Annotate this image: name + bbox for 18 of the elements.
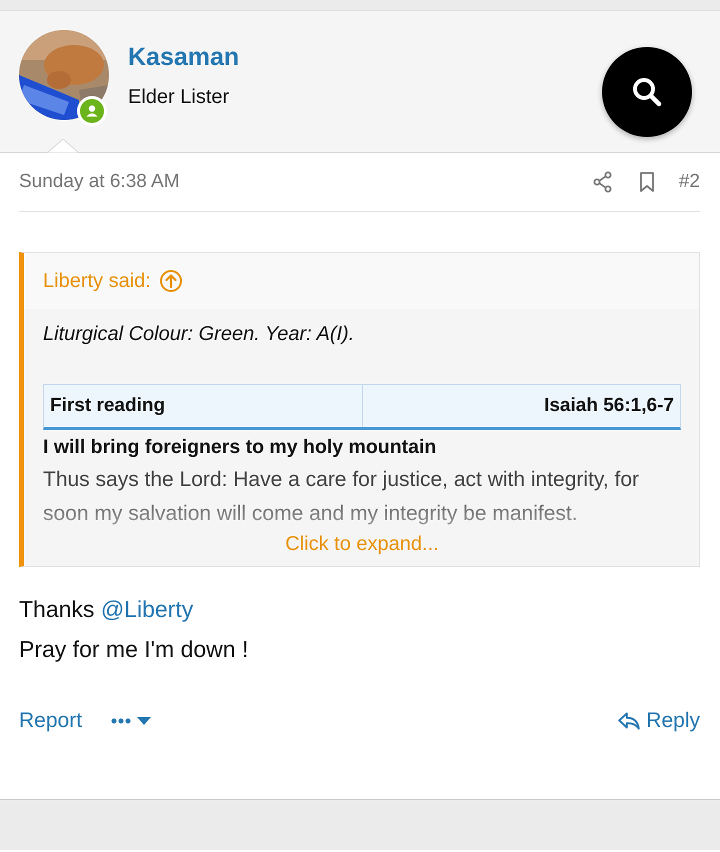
author-name[interactable]: Kasaman (128, 43, 240, 72)
post-date[interactable]: Sunday at 6:38 AM (19, 171, 180, 193)
user-title: Elder Lister (128, 86, 230, 109)
reading-title: I will bring foreigners to my holy mountain (43, 436, 438, 459)
quote-text: Liturgical Colour: Green. Year: A(I). (43, 323, 356, 346)
search-button[interactable] (602, 47, 692, 137)
message-text: Thanks @Liberty (19, 595, 194, 624)
expand-link[interactable]: Click to expand... (285, 533, 439, 556)
table-cell: Isaiah 56:1,6-7 (362, 385, 680, 427)
reply-button[interactable]: Reply (616, 708, 700, 734)
mention-link[interactable]: @Liberty (100, 596, 194, 622)
table-cell-text: First reading (49, 394, 166, 418)
arrow-up-icon[interactable] (158, 269, 183, 293)
quote-attribution: Liberty said: (43, 270, 151, 292)
message-text: Pray for me I'm down ! (19, 635, 250, 664)
reading-text: Thus says the Lord: Have a care for justice, act with integrity, for soon my salvation will come and my integrity be manifest. (43, 467, 640, 527)
post-number[interactable]: #2 (678, 171, 700, 193)
report-link[interactable]: Report (19, 709, 82, 733)
